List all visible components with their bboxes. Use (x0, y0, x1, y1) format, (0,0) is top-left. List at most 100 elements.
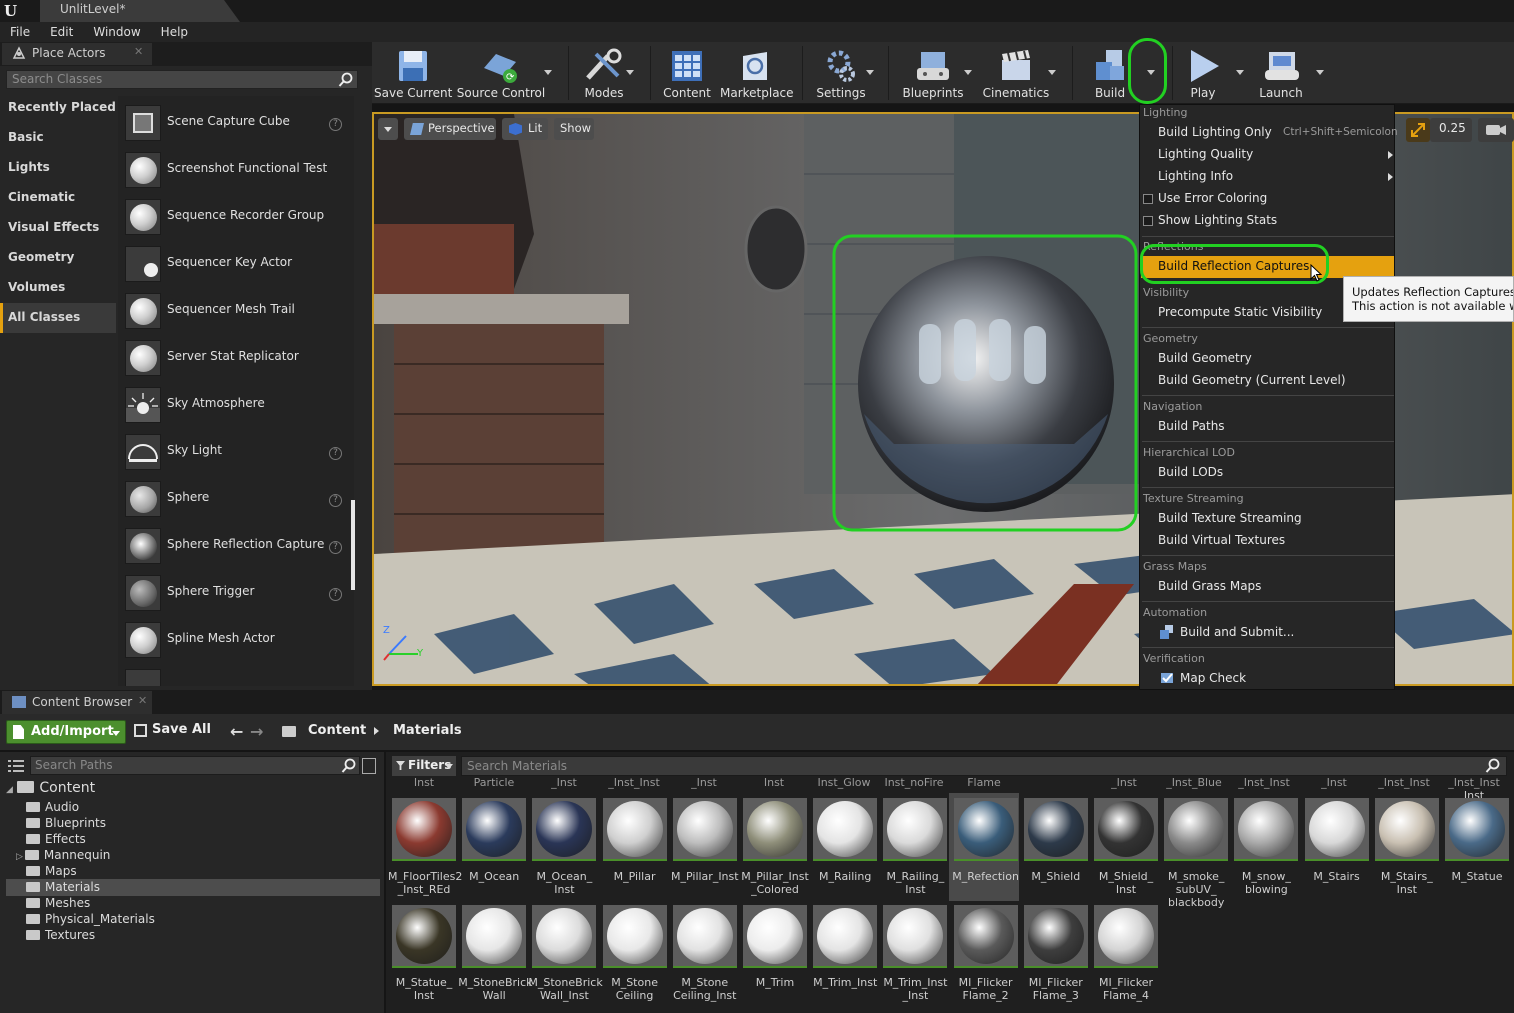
material-asset-tile[interactable] (1164, 798, 1229, 861)
material-asset-tile[interactable] (462, 905, 527, 968)
actor-item-partial[interactable] (118, 663, 354, 686)
material-asset-tile[interactable] (743, 798, 807, 861)
material-asset-tile[interactable] (1304, 798, 1369, 861)
material-asset-tile[interactable] (1234, 798, 1299, 861)
menu-item-precompute-static-visibility[interactable]: Precompute Static Visibility (1158, 305, 1322, 319)
menu-item-show-lighting-stats[interactable]: Show Lighting Stats (1158, 213, 1277, 227)
actor-item-screenshot-functional-test[interactable]: Screenshot Functional Test (118, 146, 354, 193)
menu-item-build-lods[interactable]: Build LODs (1158, 465, 1223, 479)
material-asset-tile[interactable] (883, 798, 948, 861)
material-asset-tile[interactable] (532, 905, 597, 968)
breadcrumb-content[interactable]: Content (308, 723, 366, 738)
material-asset-tile[interactable] (532, 798, 597, 861)
marketplace-button[interactable]: Marketplace (720, 42, 794, 104)
material-asset-tile[interactable] (602, 905, 667, 968)
tree-folder-maps[interactable]: Maps (26, 864, 77, 878)
chevron-down-icon[interactable] (626, 70, 634, 75)
chevron-down-icon[interactable] (1048, 70, 1056, 75)
breadcrumb-materials[interactable]: Materials (393, 723, 462, 738)
cinematics-button[interactable]: Cinematics (980, 42, 1056, 104)
tree-folder-textures[interactable]: Textures (26, 928, 95, 942)
scale-snap-value[interactable]: 0.25 (1430, 118, 1472, 142)
material-asset-tile[interactable] (813, 905, 878, 968)
menu-item-lighting-info[interactable]: Lighting Info (1158, 169, 1233, 183)
menu-item-build-grass-maps[interactable]: Build Grass Maps (1158, 579, 1261, 593)
chevron-down-icon[interactable] (866, 70, 874, 75)
help-icon[interactable]: ? (329, 588, 342, 601)
material-asset-tile[interactable] (1094, 905, 1158, 968)
actor-item-sphere-trigger[interactable]: Sphere Trigger ? (118, 569, 354, 616)
category-lights[interactable]: Lights (0, 153, 116, 183)
menu-item-build-lighting-only[interactable]: Build Lighting Only (1158, 125, 1272, 139)
actor-item-sequence-recorder-group[interactable]: Sequence Recorder Group (118, 193, 354, 240)
category-recently-placed[interactable]: Recently Placed (0, 93, 116, 123)
actor-item-sphere-reflection-capture[interactable]: Sphere Reflection Capture ? (118, 522, 354, 569)
chevron-down-icon[interactable] (964, 70, 972, 75)
menu-edit[interactable]: Edit (40, 22, 83, 42)
actor-item-sequencer-key-actor[interactable]: Sequencer Key Actor (118, 240, 354, 287)
actor-item-sphere[interactable]: Sphere ? (118, 475, 354, 522)
material-asset-tile[interactable] (672, 905, 737, 968)
source-control-button[interactable]: ⟳ Source Control (456, 42, 552, 104)
material-asset-tile[interactable] (462, 798, 527, 861)
menu-item-use-error-coloring[interactable]: Use Error Coloring (1158, 191, 1267, 205)
chevron-down-icon[interactable] (1236, 70, 1244, 75)
material-asset-tile[interactable] (813, 798, 878, 861)
filters-button[interactable]: Filters (392, 756, 456, 776)
category-cinematic[interactable]: Cinematic (0, 183, 116, 213)
show-lighting-stats-checkbox[interactable] (1143, 216, 1153, 226)
actor-item-sky-atmosphere[interactable]: Sky Atmosphere (118, 381, 354, 428)
back-arrow-icon[interactable]: ← (230, 722, 243, 741)
menu-item-build-geometry[interactable]: Build Geometry (1158, 351, 1252, 365)
tree-folder-mannequin[interactable]: ▷ Mannequin (16, 848, 110, 862)
place-actors-tab[interactable]: Place Actors (2, 43, 152, 65)
chevron-down-icon[interactable] (544, 70, 552, 75)
forward-arrow-icon[interactable]: → (250, 722, 263, 741)
help-icon[interactable]: ? (329, 494, 342, 507)
material-asset-tile[interactable] (953, 798, 1018, 861)
chevron-down-icon[interactable] (1316, 70, 1324, 75)
tree-folder-meshes[interactable]: Meshes (26, 896, 90, 910)
tree-folder-effects[interactable]: Effects (26, 832, 86, 846)
material-asset-tile[interactable] (602, 798, 667, 861)
settings-button[interactable]: Settings (810, 42, 874, 104)
show-flags-button[interactable]: Show (554, 118, 594, 140)
material-asset-tile[interactable] (1374, 798, 1439, 861)
save-current-button[interactable]: Save Current (374, 42, 452, 104)
level-tab[interactable]: UnlitLevel* (40, 0, 240, 22)
help-icon[interactable]: ? (329, 541, 342, 554)
category-all-classes[interactable]: All Classes (0, 303, 116, 333)
category-visual-effects[interactable]: Visual Effects (0, 213, 116, 243)
material-asset-tile[interactable] (953, 905, 1018, 968)
camera-speed-button[interactable] (1478, 118, 1514, 142)
search-classes-input[interactable]: Search Classes (6, 70, 358, 89)
content-browser-tab[interactable]: Content Browser (2, 691, 152, 714)
search-materials-input[interactable]: Search Materials (461, 756, 1507, 776)
close-icon[interactable]: ✕ (134, 45, 143, 58)
search-paths-input[interactable]: Search Paths (30, 756, 360, 775)
menu-file[interactable]: File (0, 22, 40, 42)
blueprints-button[interactable]: Blueprints (898, 42, 972, 104)
material-asset-tile[interactable] (743, 905, 807, 968)
material-asset-tile[interactable] (392, 905, 456, 968)
material-asset-tile[interactable] (392, 798, 456, 861)
menu-item-build-virtual-textures[interactable]: Build Virtual Textures (1158, 533, 1285, 547)
collections-toggle-icon[interactable] (362, 758, 376, 774)
actor-item-sequencer-mesh-trail[interactable]: Sequencer Mesh Trail (118, 287, 354, 334)
help-icon[interactable]: ? (329, 118, 342, 131)
lit-mode-button[interactable]: Lit (502, 118, 548, 140)
perspective-button[interactable]: Perspective (404, 118, 496, 140)
material-asset-tile[interactable] (1023, 905, 1088, 968)
actor-item-sky-light[interactable]: Sky Light ? (118, 428, 354, 475)
menu-item-map-check[interactable]: Map Check (1180, 671, 1246, 685)
actor-item-spline-mesh-actor[interactable]: Spline Mesh Actor (118, 616, 354, 663)
tree-folder-blueprints[interactable]: Blueprints (26, 816, 106, 830)
material-asset-tile[interactable] (1094, 798, 1158, 861)
scale-snap-icon[interactable] (1406, 118, 1430, 142)
menu-help[interactable]: Help (151, 22, 198, 42)
play-button[interactable]: Play (1178, 42, 1244, 104)
save-all-button[interactable]: Save All (134, 722, 211, 737)
material-asset-tile[interactable] (883, 905, 948, 968)
actor-item-server-stat-replicator[interactable]: Server Stat Replicator (118, 334, 354, 381)
menu-item-build-texture-streaming[interactable]: Build Texture Streaming (1158, 511, 1302, 525)
